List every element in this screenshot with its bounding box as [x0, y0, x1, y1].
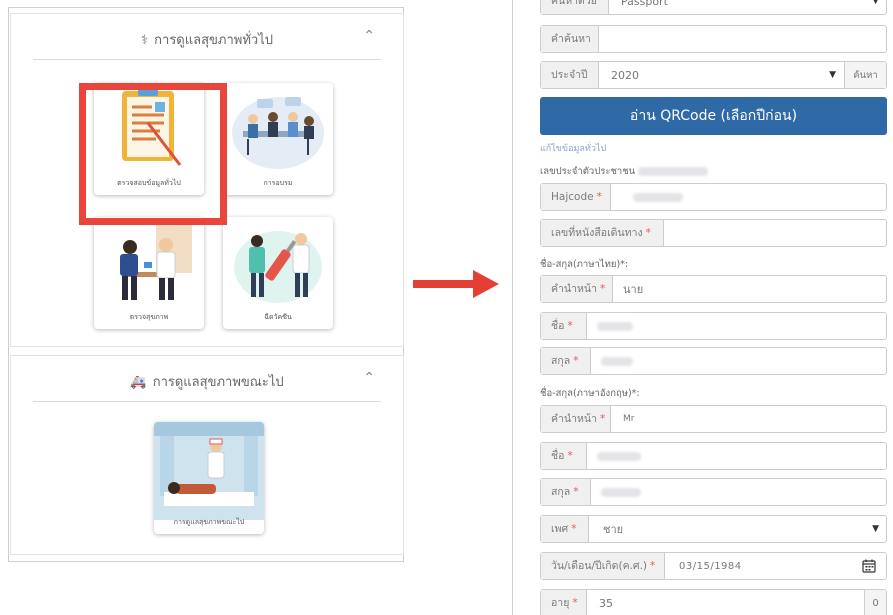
field-value: นาย [623, 283, 644, 296]
field-label: สกุล [551, 355, 571, 367]
travel-health-header[interactable]: 🚑 การดูแลสุขภาพขณะไป ⌃ [33, 370, 381, 402]
field-value: 03/15/1984 [679, 561, 742, 572]
field-value: ชาย [603, 523, 624, 536]
meeting-illustration [232, 97, 324, 169]
travel-health-section: 🚑 การดูแลสุขภาพขณะไป ⌃ การดูแลสุขภาพขณะไ… [10, 355, 404, 555]
card-caption: การดูแลสุขภาพขณะไป [173, 518, 245, 526]
chevron-down-icon: ▼ [872, 0, 879, 6]
english-name-heading: ชื่อ-สกุล(ภาษาอังกฤษ)*: [540, 388, 640, 399]
section-title: การดูแลสุขภาพทั่วไป [154, 33, 274, 48]
last-name-value [601, 488, 641, 497]
gender-select[interactable]: เพศ * ชาย ▼ [540, 515, 887, 543]
card-caption: การอบรม [263, 179, 293, 187]
hajcode-value [633, 193, 683, 202]
field-label: วัน/เดือน/ปีเกิด(ค.ศ.) [551, 560, 648, 572]
chevron-up-icon[interactable]: ⌃ [363, 370, 375, 386]
date-of-birth-input[interactable]: วัน/เดือน/ปีเกิด(ค.ศ.) * 03/15/1984 [540, 552, 887, 580]
citizen-id-value [638, 167, 708, 176]
field-value: 35 [599, 597, 613, 610]
age-stepper[interactable]: 0 [864, 590, 886, 615]
field-label: สกุล [551, 486, 571, 498]
card-vaccination[interactable]: ฉีดวัคซีน [223, 217, 333, 329]
field-label: Hajcode [551, 191, 594, 203]
field-label: คำนำหน้า [551, 283, 597, 295]
card-travel-care[interactable]: การดูแลสุขภาพขณะไป [154, 422, 264, 534]
doctor-patient-illustration [120, 225, 192, 300]
first-name-value [597, 322, 633, 331]
highlight-box [79, 83, 227, 225]
ambulance-icon: 🚑 [130, 375, 147, 390]
field-label: อายุ [551, 597, 570, 609]
section-title: การดูแลสุขภาพขณะไป [152, 375, 284, 390]
vaccine-illustration [234, 231, 322, 303]
card-caption: ตรวจสุขภาพ [129, 313, 169, 321]
chevron-up-icon[interactable]: ⌃ [363, 28, 375, 44]
stethoscope-icon: ⚕ [140, 33, 149, 48]
traveler-form: ค้นหาด้วย Passport ▼ คำค้นหา ประจำปี 202… [512, 0, 893, 615]
first-name-value [597, 452, 641, 461]
age-input[interactable]: อายุ * 35 0 [540, 589, 887, 615]
chevron-down-icon: ▼ [872, 524, 879, 534]
english-title-input[interactable]: คำนำหน้า * Mr [540, 405, 887, 433]
last-name-value [601, 357, 633, 366]
field-label: คำค้นหา [541, 26, 599, 52]
field-label: ชื่อ [551, 320, 565, 332]
thai-name-heading: ชื่อ-สกุล(ภาษาไทย)*: [540, 259, 629, 270]
citizen-id-label: เลขประจำตัวประชาชน [540, 166, 636, 177]
chevron-down-icon: ▼ [829, 70, 836, 80]
field-value: Mr [623, 414, 635, 424]
passport-number-input[interactable]: เลขที่หนังสือเดินทาง * [540, 219, 887, 247]
english-last-name-input[interactable]: สกุล * [540, 478, 887, 506]
thai-title-input[interactable]: คำนำหน้า * นาย [540, 275, 887, 303]
search-button[interactable]: ค้นหา [844, 62, 886, 88]
thai-first-name-input[interactable]: ชื่อ * [540, 312, 887, 340]
english-first-name-input[interactable]: ชื่อ * [540, 442, 887, 470]
keyword-input[interactable]: คำค้นหา [540, 25, 887, 53]
field-label: เลขที่หนังสือเดินทาง [551, 227, 643, 239]
services-panel: ⚕ การดูแลสุขภาพทั่วไป ⌃ ตรวจสอบข้อมูลทั่… [8, 7, 404, 562]
year-select[interactable]: ประจำปี 2020 ▼ ค้นหา [540, 61, 887, 89]
general-health-section: ⚕ การดูแลสุขภาพทั่วไป ⌃ ตรวจสอบข้อมูลทั่… [10, 13, 404, 347]
thai-last-name-input[interactable]: สกุล * [540, 347, 887, 375]
card-caption: ฉีดวัคซีน [264, 313, 292, 321]
field-label: คำนำหน้า [551, 413, 597, 425]
read-qrcode-button[interactable]: อ่าน QRCode (เลือกปีก่อน) [540, 97, 887, 135]
hajcode-input[interactable]: Hajcode * [540, 183, 887, 211]
field-value: Passport [621, 0, 668, 8]
card-training[interactable]: การอบรม [223, 83, 333, 195]
field-label: ค้นหาด้วย [541, 0, 609, 14]
edit-general-info-link[interactable]: แก้ไขข้อมูลทั่วไป [540, 141, 606, 155]
nurse-illustration [154, 422, 264, 520]
search-by-select[interactable]: ค้นหาด้วย Passport ▼ [540, 0, 887, 15]
general-health-header[interactable]: ⚕ การดูแลสุขภาพทั่วไป ⌃ [33, 28, 381, 60]
field-label: ชื่อ [551, 450, 565, 462]
field-value: 2020 [611, 69, 639, 82]
card-health-check[interactable]: ตรวจสุขภาพ [94, 217, 204, 329]
calendar-icon[interactable] [862, 559, 876, 573]
field-label: เพศ [551, 523, 569, 535]
right-arrow-icon [413, 270, 499, 298]
field-label: ประจำปี [541, 62, 599, 88]
